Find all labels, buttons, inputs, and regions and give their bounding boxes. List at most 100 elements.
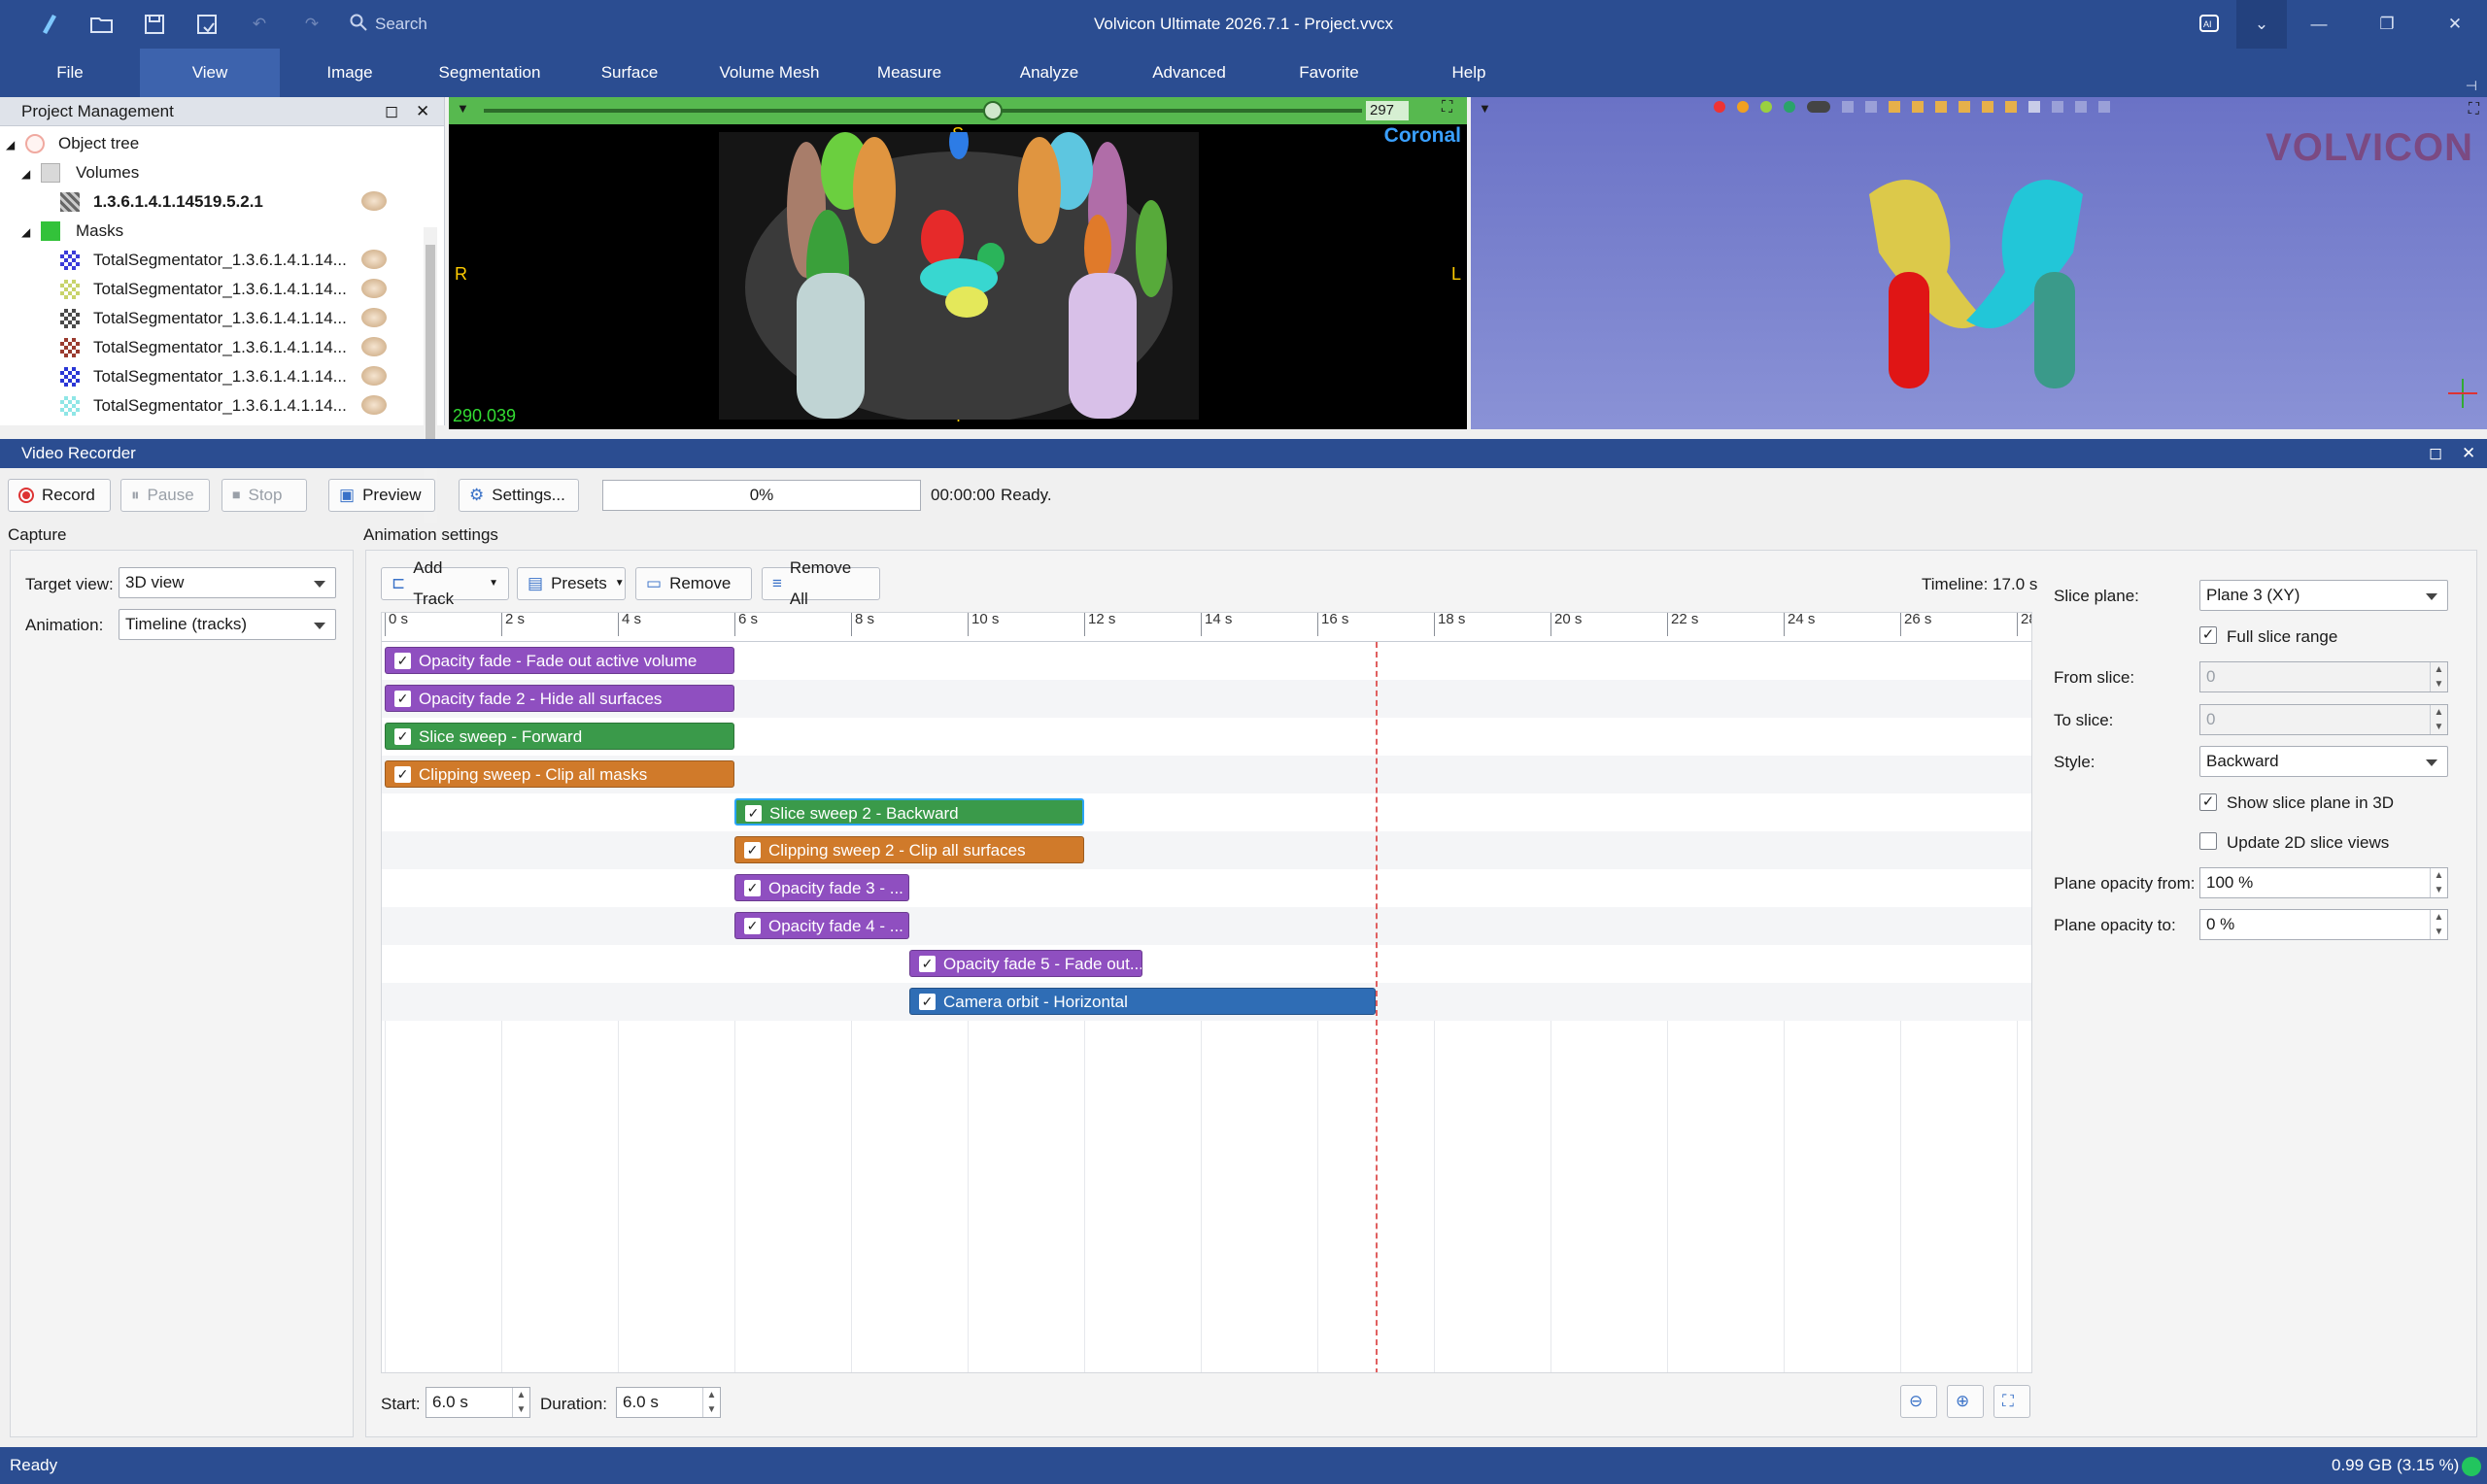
view3d-menu-icon[interactable]: ▼ xyxy=(1479,101,1491,116)
view-cube-icon[interactable] xyxy=(1842,101,1854,113)
maximize-3d-icon[interactable]: ⛶ xyxy=(2469,101,2479,118)
timeline-area[interactable]: 0 s 2 s 4 s 6 s 8 s 10 s 12 s 14 s 16 s 18 s 20 s 2… xyxy=(381,612,2032,1373)
duration-input[interactable]: 6.0 s ▲ ▼ xyxy=(616,1387,721,1418)
playhead[interactable] xyxy=(1376,642,1378,1372)
track-clip[interactable]: ✓ Opacity fade 4 - ... xyxy=(734,912,909,939)
full-range-checkbox[interactable]: ✓ xyxy=(2199,626,2217,644)
to-slice-stepper-icon[interactable]: ▲ ▼ xyxy=(2430,705,2447,734)
menu-file[interactable]: File xyxy=(0,49,140,97)
zoom-fit-icon[interactable] xyxy=(2052,101,2063,113)
add-track-button[interactable]: ⊏ Add Track ▼ xyxy=(381,558,509,608)
minimize-icon[interactable]: — xyxy=(2304,10,2334,39)
slice-slider-thumb[interactable] xyxy=(983,101,1004,120)
menu-analyze[interactable]: Analyze xyxy=(979,49,1119,97)
track-enabled-checkbox[interactable]: ✓ xyxy=(744,918,761,934)
menu-volume-mesh[interactable]: Volume Mesh xyxy=(699,49,839,97)
slice-number[interactable]: 297 xyxy=(1366,101,1409,120)
track-clip[interactable]: ✓ Clipping sweep - Clip all masks xyxy=(385,760,734,788)
green-marker-icon[interactable] xyxy=(1760,101,1772,113)
teal-marker-icon[interactable] xyxy=(1784,101,1795,113)
view-back-icon[interactable] xyxy=(1889,101,1900,113)
slice-slider-track[interactable] xyxy=(484,109,1362,113)
undo-icon[interactable]: ↶ xyxy=(245,10,274,39)
view-reset-icon[interactable] xyxy=(2028,101,2040,113)
track-clip[interactable]: ✓ Clipping sweep 2 - Clip all surfaces xyxy=(734,836,1084,863)
toggle-icon[interactable] xyxy=(1807,101,1830,113)
track-clip[interactable]: ✓ Slice sweep - Forward xyxy=(385,723,734,750)
search-box[interactable]: Search xyxy=(350,12,641,37)
opacity-to-input[interactable]: 0 % ▲ ▼ xyxy=(2199,909,2448,940)
visibility-eye-icon[interactable] xyxy=(361,366,387,386)
menu-help[interactable]: Help xyxy=(1399,49,1539,97)
zoom-in-button[interactable]: ⊕ xyxy=(1947,1385,1984,1418)
track-enabled-checkbox[interactable]: ✓ xyxy=(745,805,762,822)
pause-button[interactable]: ⏸ Pause xyxy=(120,479,210,512)
track-enabled-checkbox[interactable]: ✓ xyxy=(394,766,411,783)
view-left-icon[interactable] xyxy=(1912,101,1924,113)
slice-slider-bar[interactable]: ▼ 297 ⛶ xyxy=(449,97,1467,124)
start-input[interactable]: 6.0 s ▲ ▼ xyxy=(426,1387,530,1418)
3d-view[interactable]: ▼ ⛶ VOLVICON xyxy=(1471,97,2487,429)
presets-button[interactable]: ▤ Presets ▼ xyxy=(517,567,626,600)
show-plane-checkbox[interactable]: ✓ xyxy=(2199,793,2217,811)
track-clip[interactable]: ✓ Camera orbit - Horizontal xyxy=(909,988,1376,1015)
track-clip[interactable]: ✓ Opacity fade 3 - ... xyxy=(734,874,909,901)
view-iso-icon[interactable] xyxy=(2005,101,2017,113)
maximize-view-icon[interactable]: ⛶ xyxy=(1442,99,1452,117)
zoom-fit-button[interactable]: ⛶ xyxy=(1993,1385,2030,1418)
menu-surface[interactable]: Surface xyxy=(560,49,699,97)
remove-button[interactable]: ▭ Remove xyxy=(635,567,752,600)
update-2d-checkbox[interactable] xyxy=(2199,832,2217,850)
track-enabled-checkbox[interactable]: ✓ xyxy=(919,994,936,1010)
red-marker-icon[interactable] xyxy=(1714,101,1725,113)
visibility-eye-icon[interactable] xyxy=(361,337,387,356)
view-right-icon[interactable] xyxy=(1935,101,1947,113)
more-tools-icon[interactable] xyxy=(2098,101,2110,113)
float-recorder-icon[interactable]: ◻ xyxy=(2429,439,2442,468)
remove-all-button[interactable]: ≡ Remove All xyxy=(762,558,880,608)
track-enabled-checkbox[interactable]: ✓ xyxy=(919,956,936,972)
record-button[interactable]: Record xyxy=(8,479,111,512)
from-slice-input[interactable]: 0 ▲ ▼ xyxy=(2199,661,2448,692)
timeline-ruler[interactable]: 0 s 2 s 4 s 6 s 8 s 10 s 12 s 14 s 16 s 18 s 20 s 2… xyxy=(382,613,2031,642)
tree-masks[interactable]: ◢ Masks xyxy=(21,217,123,246)
animation-select[interactable]: Timeline (tracks) xyxy=(119,609,336,640)
stop-button[interactable]: ⏹ Stop xyxy=(221,479,307,512)
from-slice-stepper-icon[interactable]: ▲ ▼ xyxy=(2430,662,2447,691)
start-stepper-icon[interactable]: ▲ ▼ xyxy=(512,1388,529,1417)
visibility-eye-icon[interactable] xyxy=(361,395,387,415)
slice-menu-icon[interactable]: ▼ xyxy=(457,101,469,116)
visibility-eye-icon[interactable] xyxy=(361,279,387,298)
track-enabled-checkbox[interactable]: ✓ xyxy=(394,691,411,707)
menu-segmentation[interactable]: Segmentation xyxy=(420,49,560,97)
menu-view[interactable]: View xyxy=(140,49,280,97)
screenshot-icon[interactable] xyxy=(2075,101,2087,113)
style-select[interactable]: Backward xyxy=(2199,746,2448,777)
view-top-icon[interactable] xyxy=(1959,101,1970,113)
track-enabled-checkbox[interactable]: ✓ xyxy=(394,728,411,745)
save-as-icon[interactable] xyxy=(192,10,221,39)
menu-measure[interactable]: Measure xyxy=(839,49,979,97)
orange-marker-icon[interactable] xyxy=(1737,101,1749,113)
tree-scrollbar-thumb[interactable] xyxy=(426,245,435,458)
menu-favorite[interactable]: Favorite xyxy=(1259,49,1399,97)
float-panel-icon[interactable]: ◻ xyxy=(385,97,398,126)
visibility-eye-icon[interactable] xyxy=(361,250,387,269)
ribbon-collapse-icon[interactable]: ⌄ xyxy=(2236,0,2287,49)
restore-icon[interactable]: ❐ xyxy=(2372,10,2402,39)
close-recorder-icon[interactable]: ✕ xyxy=(2462,439,2475,468)
track-clip[interactable]: ✓ Opacity fade 5 - Fade out... xyxy=(909,950,1142,977)
opacity-from-stepper-icon[interactable]: ▲ ▼ xyxy=(2430,868,2447,897)
tree-volumes[interactable]: ◢ Volumes xyxy=(21,158,139,187)
view-bottom-icon[interactable] xyxy=(1982,101,1993,113)
pin-icon[interactable]: ⊣ xyxy=(2466,78,2477,94)
track-clip[interactable]: ✓ Opacity fade 2 - Hide all surfaces xyxy=(385,685,734,712)
track-clip[interactable]: ✓ Opacity fade - Fade out active volume xyxy=(385,647,734,674)
save-icon[interactable] xyxy=(140,10,169,39)
redo-icon[interactable]: ↷ xyxy=(297,10,326,39)
slice-view[interactable]: ▼ 297 ⛶ Coronal S R L I 290.039 xyxy=(449,97,1467,429)
slice-plane-select[interactable]: Plane 3 (XY) xyxy=(2199,580,2448,611)
preview-button[interactable]: ▣ Preview xyxy=(328,479,435,512)
view-front-icon[interactable] xyxy=(1865,101,1877,113)
track-enabled-checkbox[interactable]: ✓ xyxy=(744,880,761,896)
